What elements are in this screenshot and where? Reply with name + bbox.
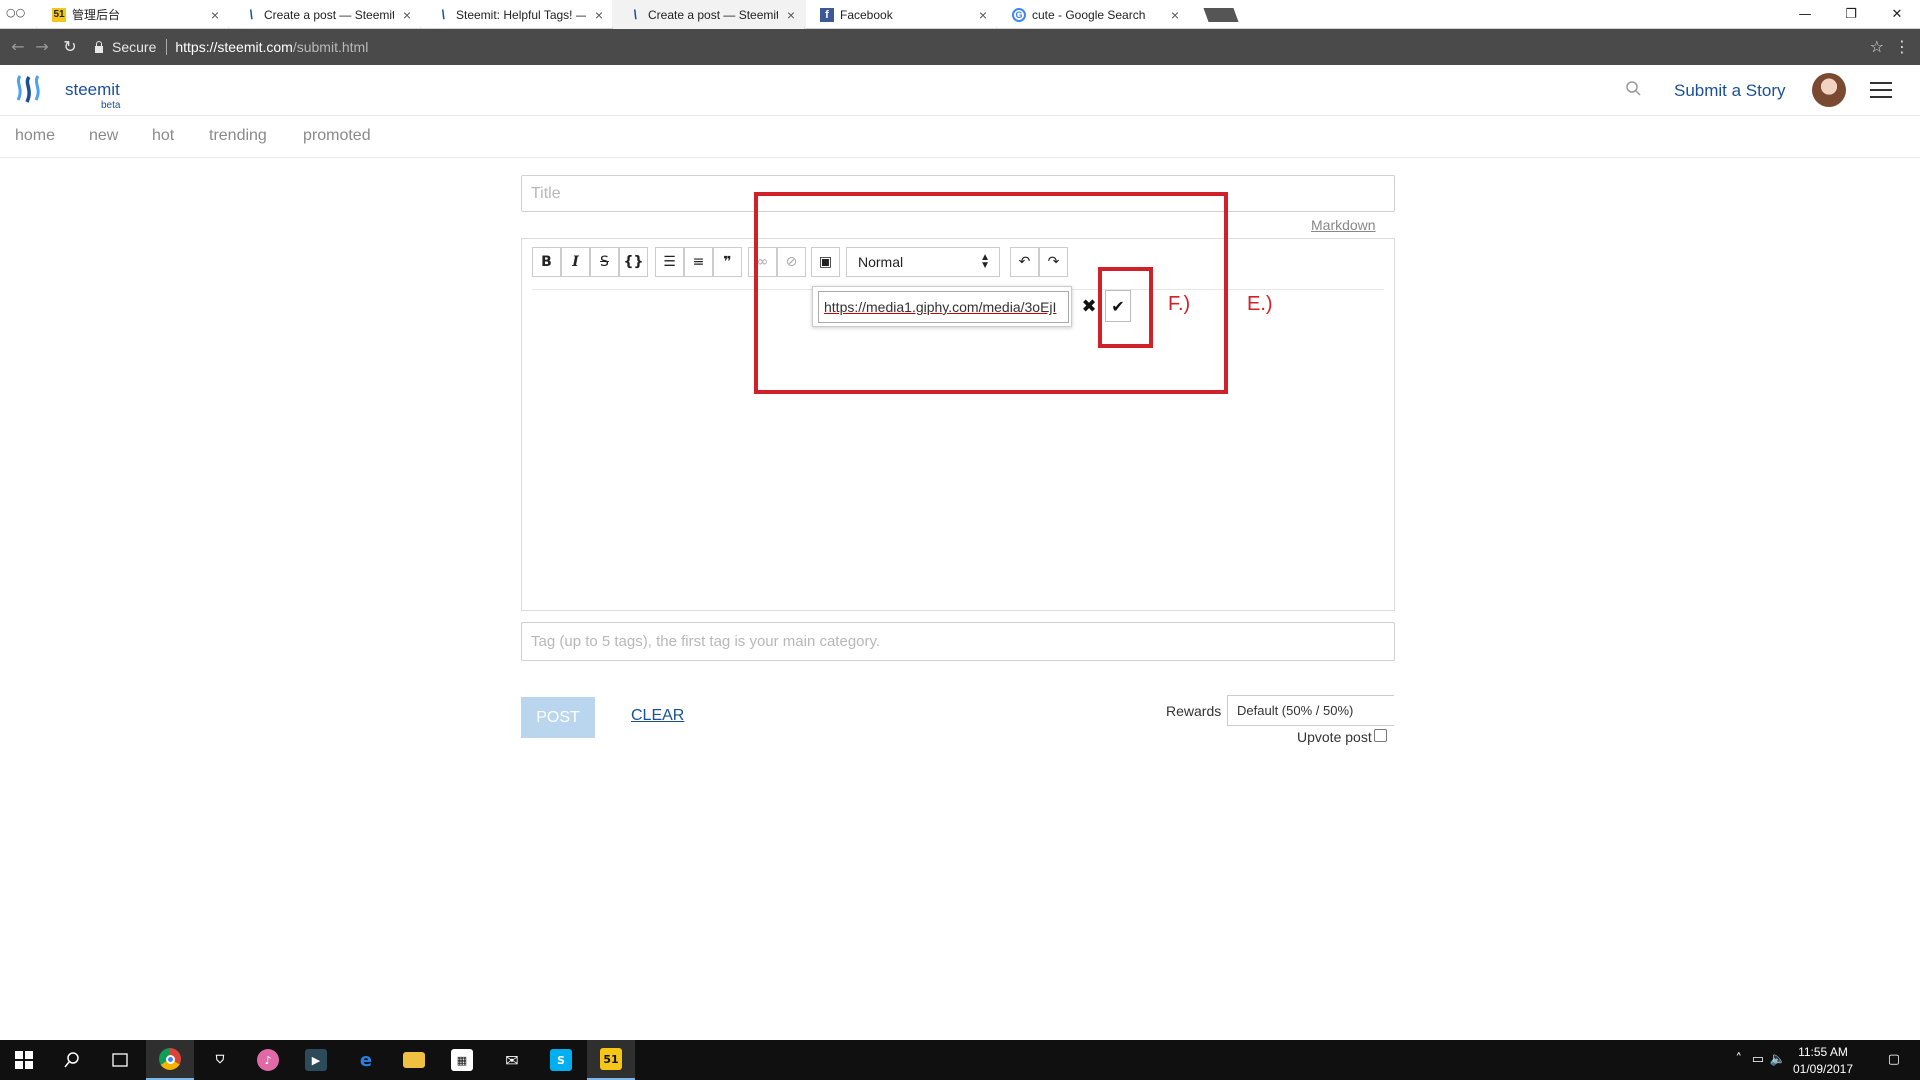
- minimize-icon[interactable]: —: [1782, 0, 1828, 29]
- search-icon[interactable]: [1625, 80, 1643, 98]
- tab-title: Facebook: [840, 7, 893, 22]
- close-icon[interactable]: ×: [784, 7, 798, 23]
- mail-icon[interactable]: ✉: [488, 1040, 536, 1080]
- beta-label: beta: [101, 100, 121, 111]
- chevron-up-icon[interactable]: ˄: [1736, 1052, 1743, 1067]
- itunes-icon[interactable]: ♪: [244, 1040, 292, 1080]
- category-nav: home new hot trending promoted: [0, 116, 1920, 158]
- nav-item-trending[interactable]: trending: [209, 127, 267, 145]
- store-icon[interactable]: ▦: [438, 1040, 486, 1080]
- forward-arrow-icon[interactable]: →: [32, 37, 52, 57]
- close-icon[interactable]: ×: [592, 7, 606, 23]
- close-window-icon[interactable]: ✕: [1874, 0, 1920, 29]
- chrome-icon[interactable]: [146, 1040, 194, 1080]
- windows-taskbar: ⛉ ♪ ▶ e ▦ ✉ S 51 ˄ ▭ 🔈 11:55 AM 01/09/20…: [0, 1040, 1920, 1080]
- upvote-checkbox[interactable]: [1374, 729, 1387, 742]
- annotation-box-e: [754, 192, 1228, 394]
- menu-dots-icon[interactable]: ⋮: [1894, 37, 1910, 56]
- window-controls: — ❐ ✕: [1782, 0, 1920, 29]
- notification-icon[interactable]: ▢: [1888, 1052, 1900, 1067]
- file-explorer-icon[interactable]: [390, 1040, 438, 1080]
- close-icon[interactable]: ×: [208, 7, 222, 23]
- close-icon[interactable]: ×: [976, 7, 990, 23]
- clock-date[interactable]: 01/09/2017: [1788, 1062, 1858, 1076]
- browser-toolbar: ← → ↻ Secure https://steemit.com/submit.…: [0, 29, 1920, 65]
- close-icon[interactable]: ×: [400, 7, 414, 23]
- lock-icon: [94, 41, 104, 53]
- address-bar[interactable]: Secure https://steemit.com/submit.html: [94, 34, 1876, 60]
- search-icon[interactable]: [48, 1040, 96, 1080]
- numbered-list-icon[interactable]: ≡: [684, 247, 713, 277]
- browser-tab[interactable]: \ Create a post — Steemit ×: [228, 0, 422, 29]
- media-app-icon[interactable]: ▶: [292, 1040, 340, 1080]
- tab-title: cute - Google Search: [1032, 7, 1146, 22]
- steemit-icon: \: [633, 7, 637, 22]
- steemit-icon: \: [249, 7, 253, 22]
- tab-strip: 51 管理后台 × \ Create a post — Steemit × \ …: [36, 0, 1239, 29]
- divider: [166, 39, 168, 55]
- browser-tab-active[interactable]: \ Create a post — Steemit ×: [612, 0, 806, 29]
- reload-icon[interactable]: ↻: [60, 37, 80, 57]
- nav-item-hot[interactable]: hot: [152, 127, 174, 145]
- tab-title: Create a post — Steemit: [648, 7, 778, 22]
- steemit-logo-icon[interactable]: [14, 74, 48, 106]
- markdown-link[interactable]: Markdown: [1311, 217, 1376, 233]
- hamburger-menu-icon[interactable]: [1870, 82, 1892, 98]
- annotation-box-f: [1098, 267, 1153, 348]
- incognito-icon: ○○: [6, 6, 26, 19]
- fox-app-icon[interactable]: ⛉: [196, 1040, 244, 1080]
- url-host: https://steemit.com: [175, 39, 293, 55]
- avatar[interactable]: [1812, 73, 1846, 107]
- network-icon[interactable]: ▭: [1752, 1052, 1764, 1067]
- browser-tab[interactable]: 51 管理后台 ×: [36, 0, 230, 29]
- brand-name[interactable]: steemit: [65, 80, 120, 100]
- site-header: steemit beta Submit a Story: [0, 65, 1920, 116]
- bookmark-star-icon[interactable]: ☆: [1870, 37, 1884, 56]
- new-tab-button[interactable]: [1203, 8, 1239, 22]
- nav-item-new[interactable]: new: [89, 127, 118, 145]
- blockquote-icon[interactable]: ❞: [713, 247, 742, 277]
- clear-button[interactable]: CLEAR: [631, 707, 684, 725]
- edge-icon[interactable]: e: [342, 1040, 390, 1080]
- browser-tab[interactable]: f Facebook ×: [804, 0, 998, 29]
- upvote-label: Upvote post: [1297, 729, 1372, 745]
- strikethrough-icon[interactable]: S: [590, 247, 619, 277]
- bullet-list-icon[interactable]: ☰: [655, 247, 684, 277]
- browser-titlebar: ○○ 51 管理后台 × \ Create a post — Steemit ×…: [0, 0, 1920, 29]
- back-arrow-icon[interactable]: ←: [8, 37, 28, 57]
- secure-label: Secure: [112, 39, 157, 55]
- annotation-label-e: E.): [1247, 293, 1273, 315]
- tags-input[interactable]: Tag (up to 5 tags), the first tag is you…: [521, 622, 1395, 661]
- skype-icon[interactable]: S: [537, 1040, 585, 1080]
- italic-icon[interactable]: I: [561, 247, 590, 277]
- nav-item-promoted[interactable]: promoted: [303, 127, 371, 145]
- rewards-label: Rewards: [1166, 703, 1222, 719]
- rewards-select[interactable]: Default (50% / 50%): [1227, 695, 1394, 726]
- facebook-icon: f: [820, 7, 834, 22]
- windows-start-icon[interactable]: [0, 1040, 48, 1080]
- nav-item-home[interactable]: home: [15, 127, 55, 145]
- browser-tab[interactable]: \ Steemit: Helpful Tags! — ×: [420, 0, 614, 29]
- tab-title: Steemit: Helpful Tags! —: [456, 7, 586, 22]
- steemit-icon: \: [441, 7, 445, 22]
- annotation-label-f: F.): [1168, 293, 1191, 315]
- close-icon[interactable]: ×: [1168, 7, 1182, 23]
- url-path: /submit.html: [292, 39, 369, 55]
- post-button[interactable]: POST: [521, 697, 595, 738]
- tab-title: 管理后台: [72, 8, 121, 22]
- clock-time[interactable]: 11:55 AM: [1788, 1045, 1858, 1059]
- submit-story-link[interactable]: Submit a Story: [1674, 81, 1786, 101]
- google-icon: G: [1012, 7, 1026, 22]
- task-view-icon[interactable]: [96, 1040, 144, 1080]
- volume-icon[interactable]: 🔈: [1770, 1052, 1786, 1067]
- 51-icon[interactable]: 51: [587, 1040, 635, 1080]
- bold-icon[interactable]: B: [532, 247, 561, 277]
- code-icon[interactable]: {}: [619, 247, 648, 277]
- restore-icon[interactable]: ❐: [1828, 0, 1874, 29]
- 51-icon: 51: [52, 7, 66, 22]
- browser-tab[interactable]: G cute - Google Search ×: [996, 0, 1190, 29]
- tab-title: Create a post — Steemit: [264, 7, 394, 22]
